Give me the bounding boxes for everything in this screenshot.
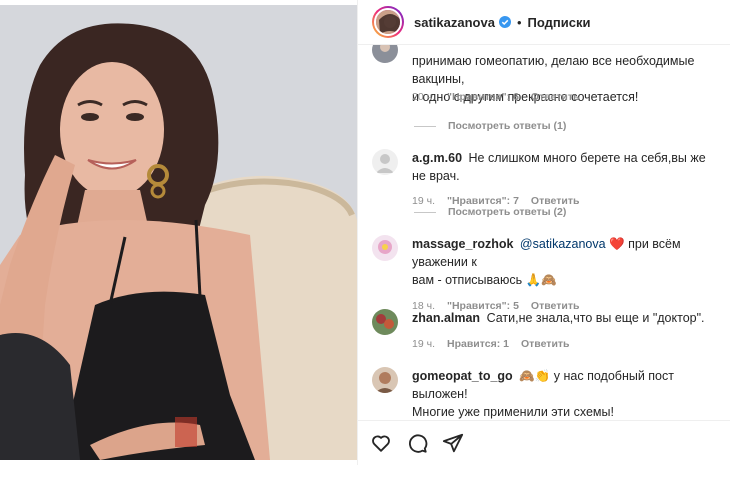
- heart-emoji: ❤️: [609, 237, 625, 251]
- following-button[interactable]: Подписки: [528, 15, 591, 30]
- header-separator: •: [516, 14, 522, 30]
- post-header: satikazanova • Подписки: [358, 0, 730, 45]
- comment-item: gomeopat_to_go 🙈👏 у нас подобный пост вы…: [372, 367, 722, 420]
- portrait-image: [0, 5, 357, 460]
- comment-avatar[interactable]: [372, 149, 398, 175]
- author-username[interactable]: satikazanova: [414, 15, 495, 30]
- comment-username[interactable]: zhan.alman: [412, 311, 480, 325]
- comments-list[interactable]: принимаю гомеопатию, делаю все необходим…: [358, 45, 730, 420]
- comment-text: a.g.m.60 Не слишком много берете на себя…: [412, 149, 722, 185]
- comment-username[interactable]: massage_rozhok: [412, 237, 513, 251]
- view-replies-label: Посмотреть ответы (2): [448, 206, 567, 218]
- comment-item: zhan.alman Сати,не знала,что вы еще и "д…: [372, 309, 722, 350]
- heart-icon[interactable]: [370, 432, 392, 454]
- comment-text-line: принимаю гомеопатию, делаю все необходим…: [412, 54, 695, 86]
- comment-mention-link[interactable]: @satikazanova: [520, 237, 606, 251]
- comment-avatar[interactable]: [372, 309, 398, 335]
- comment-meta: 20 ч. "Нравится": 6 Ответить: [412, 91, 579, 103]
- speech-bubble-icon[interactable]: [406, 432, 428, 454]
- verified-badge-icon: [498, 16, 511, 28]
- comment-text: gomeopat_to_go 🙈👏 у нас подобный пост вы…: [412, 367, 722, 403]
- comment-body: Сати,не знала,что вы еще и "доктор".: [486, 311, 705, 325]
- comment-avatar[interactable]: [372, 367, 398, 393]
- comment-username[interactable]: a.g.m.60: [412, 151, 462, 165]
- comment-text: massage_rozhok @satikazanova ❤️ при всём…: [412, 235, 722, 271]
- comment-time[interactable]: 19 ч.: [412, 338, 435, 350]
- comment-likes[interactable]: Нравится: 1: [447, 338, 509, 350]
- comment-reply-button[interactable]: Ответить: [531, 91, 580, 103]
- view-replies-button[interactable]: Посмотреть ответы (1): [414, 120, 566, 132]
- author-avatar[interactable]: [374, 8, 402, 36]
- post-action-bar: [358, 420, 730, 465]
- comment-avatar[interactable]: [372, 235, 398, 261]
- post-side-panel: satikazanova • Подписки принимаю гомеопа…: [357, 0, 730, 465]
- comment-text-line: Многие уже применили эти схемы!: [412, 405, 614, 419]
- paper-plane-icon[interactable]: [442, 432, 464, 454]
- comment-time[interactable]: 20 ч.: [412, 91, 435, 103]
- instagram-post: satikazanova • Подписки принимаю гомеопа…: [0, 0, 730, 465]
- comment-item: a.g.m.60 Не слишком много берете на себя…: [372, 149, 722, 207]
- view-replies-label: Посмотреть ответы (1): [448, 120, 567, 132]
- post-photo[interactable]: [0, 5, 357, 460]
- comment-username[interactable]: gomeopat_to_go: [412, 369, 513, 383]
- replies-divider: [414, 211, 436, 213]
- comment-text-line: вам - отписываюсь 🙏🙈: [412, 273, 557, 287]
- comment-meta: 19 ч. Нравится: 1 Ответить: [412, 338, 722, 350]
- comment-text: zhan.alman Сати,не знала,что вы еще и "д…: [412, 309, 722, 327]
- comment-item: massage_rozhok @satikazanova ❤️ при всём…: [372, 235, 722, 312]
- comment-likes[interactable]: "Нравится": 6: [447, 91, 519, 103]
- replies-divider: [414, 125, 436, 127]
- comment-reply-button[interactable]: Ответить: [521, 338, 570, 350]
- view-replies-button[interactable]: Посмотреть ответы (2): [414, 206, 566, 218]
- author-avatar-ring[interactable]: [372, 6, 404, 38]
- comment-avatar[interactable]: [372, 45, 398, 63]
